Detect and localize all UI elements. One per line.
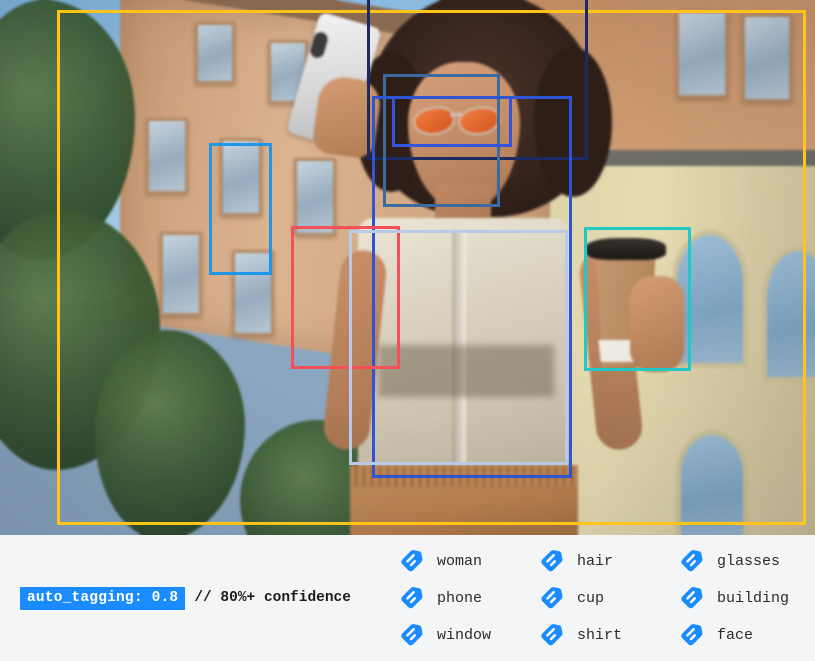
tag-item-building[interactable]: building (680, 580, 801, 617)
tag-label: shirt (577, 626, 623, 644)
tag-icon (680, 585, 706, 611)
tag-item-shirt[interactable]: shirt (540, 617, 680, 654)
tag-icon (540, 585, 566, 611)
legend-panel: auto_tagging: 0.8 // 80%+ confidence wom… (0, 535, 815, 661)
detection-photo-canvas[interactable] (0, 0, 815, 535)
bounding-box-window[interactable] (209, 143, 272, 275)
tag-item-window[interactable]: window (400, 617, 540, 654)
tag-label: cup (577, 589, 605, 607)
tag-label: woman (437, 552, 483, 570)
tag-label: face (717, 626, 754, 644)
tag-item-glasses[interactable]: glasses (680, 543, 801, 580)
tag-item-face[interactable]: face (680, 617, 801, 654)
bounding-box-cup[interactable] (584, 227, 691, 371)
tag-item-woman[interactable]: woman (400, 543, 540, 580)
tag-label: window (437, 626, 492, 644)
auto-tagging-screen: auto_tagging: 0.8 // 80%+ confidence wom… (0, 0, 815, 661)
tag-label: building (717, 589, 790, 607)
tag-icon (400, 585, 426, 611)
tag-icon (680, 622, 706, 648)
bounding-box-shirt[interactable] (349, 230, 568, 465)
tag-label: hair (577, 552, 614, 570)
tag-icon (400, 548, 426, 574)
tag-item-phone[interactable]: phone (400, 580, 540, 617)
tag-list: woman hair glasses phone cup building wi… (400, 543, 815, 654)
tag-item-hair[interactable]: hair (540, 543, 680, 580)
tag-label: glasses (717, 552, 781, 570)
confidence-readout: auto_tagging: 0.8 // 80%+ confidence (0, 586, 400, 610)
tag-item-cup[interactable]: cup (540, 580, 680, 617)
tag-label: phone (437, 589, 483, 607)
tag-icon (400, 622, 426, 648)
tag-icon (680, 548, 706, 574)
auto-tagging-badge[interactable]: auto_tagging: 0.8 (20, 586, 186, 610)
tag-icon (540, 548, 566, 574)
tag-icon (540, 622, 566, 648)
confidence-comment: // 80%+ confidence (194, 590, 351, 606)
